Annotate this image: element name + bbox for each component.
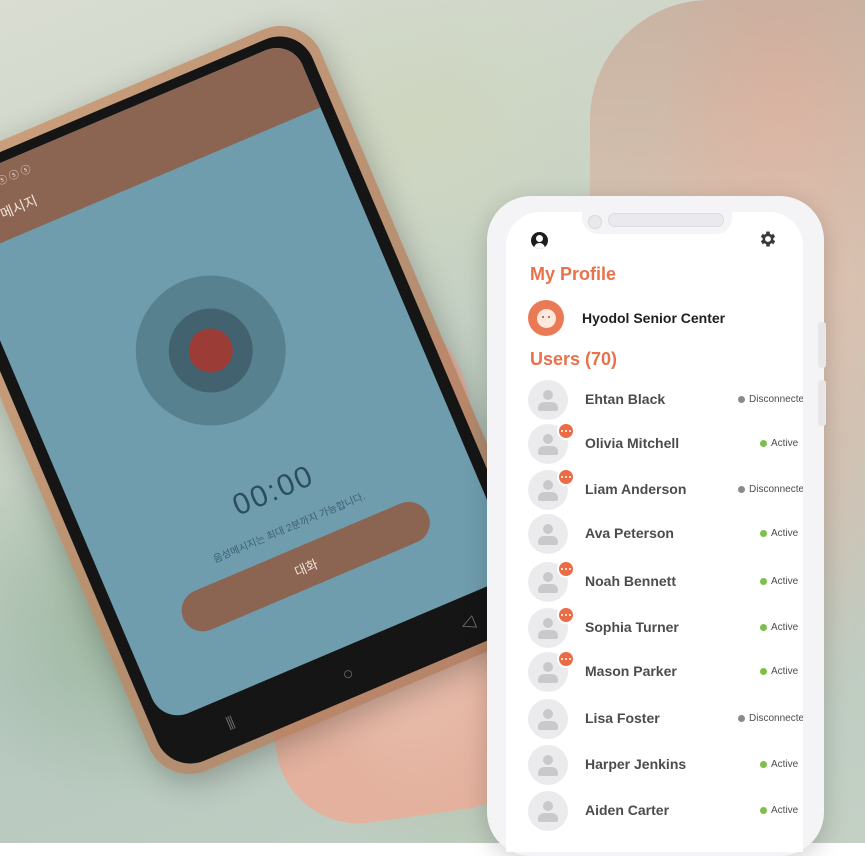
user-name: Aiden Carter xyxy=(585,802,670,818)
recent-apps-icon[interactable]: ⦀ xyxy=(223,712,238,734)
user-name: Mason Parker xyxy=(585,663,677,679)
user-status: Active xyxy=(760,805,798,816)
home-icon[interactable]: ○ xyxy=(339,662,357,686)
user-status-label: Active xyxy=(771,576,799,587)
center-name: Hyodol Senior Center xyxy=(582,310,726,326)
status-dot-icon xyxy=(760,668,767,675)
user-list-item[interactable]: Liam Anderson Disconnected xyxy=(528,468,803,510)
user-status-label: Active xyxy=(771,666,799,677)
user-status-label: Disconnected xyxy=(749,394,803,405)
user-status-label: Disconnected xyxy=(749,484,803,495)
chat-bubble-icon[interactable] xyxy=(557,560,575,578)
user-list-item[interactable]: Ehtan Black Disconnected xyxy=(528,380,803,420)
user-list-item[interactable]: Mason Parker Active xyxy=(528,650,800,692)
user-status: Disconnected xyxy=(738,713,803,724)
user-status-label: Active xyxy=(771,805,799,816)
my-profile-heading: My Profile xyxy=(530,264,617,284)
status-dot-icon xyxy=(738,396,745,403)
camera-icon xyxy=(588,215,602,229)
user-avatar xyxy=(528,791,568,831)
user-list-item[interactable]: Noah Bennett Active xyxy=(528,560,800,602)
user-status: Active xyxy=(760,438,798,449)
user-status: Disconnected xyxy=(738,484,803,495)
user-avatar xyxy=(528,514,568,554)
phone-side-button xyxy=(818,322,826,368)
user-list-item[interactable]: Ava Peterson Active xyxy=(528,514,800,554)
chat-bubble-icon[interactable] xyxy=(557,422,575,440)
user-avatar xyxy=(528,380,568,420)
user-avatar xyxy=(528,699,568,739)
user-status-label: Disconnected xyxy=(749,713,803,724)
status-dot-icon xyxy=(760,578,767,585)
done-button-label: 대화 xyxy=(292,555,321,580)
status-dot-icon xyxy=(760,761,767,768)
user-name: Ava Peterson xyxy=(585,525,674,541)
speaker-grille xyxy=(608,213,724,227)
user-name: Harper Jenkins xyxy=(585,756,687,772)
profile-icon[interactable] xyxy=(531,232,548,249)
user-status: Active xyxy=(760,666,798,677)
user-status: Disconnected xyxy=(738,394,803,405)
chat-bubble-icon[interactable] xyxy=(557,650,575,668)
status-dot-icon xyxy=(760,530,767,537)
user-name: Ehtan Black xyxy=(585,391,666,407)
user-list-item[interactable]: Lisa Foster Disconnected xyxy=(528,699,803,739)
back-icon[interactable]: ◁ xyxy=(457,610,478,635)
header-title: 메시지 xyxy=(0,192,40,223)
user-list-item[interactable]: Olivia Mitchell Active xyxy=(528,422,800,464)
user-status: Active xyxy=(760,759,798,770)
user-status: Active xyxy=(760,622,798,633)
user-status-label: Active xyxy=(771,528,799,539)
user-list-item[interactable]: Harper Jenkins Active xyxy=(528,745,800,785)
status-dot-icon xyxy=(738,715,745,722)
chat-bubble-icon[interactable] xyxy=(557,606,575,624)
phone-side-button xyxy=(818,380,826,426)
status-dot-icon xyxy=(760,807,767,814)
user-status: Active xyxy=(760,576,798,587)
user-name: Olivia Mitchell xyxy=(585,435,680,451)
user-status-label: Active xyxy=(771,622,799,633)
recording-timer: 00:00 xyxy=(227,458,320,523)
center-avatar xyxy=(528,300,564,336)
user-list-item[interactable]: Aiden Carter Active xyxy=(528,791,800,831)
status-dot-icon xyxy=(760,624,767,631)
chat-bubble-icon[interactable] xyxy=(557,468,575,486)
user-list-item[interactable]: Sophia Turner Active xyxy=(528,606,800,648)
user-name: Liam Anderson xyxy=(585,481,687,497)
center-profile-row[interactable]: Hyodol Senior Center xyxy=(528,300,788,336)
user-name: Lisa Foster xyxy=(585,710,660,726)
user-status-label: Active xyxy=(771,438,799,449)
user-list-screen: My Profile Hyodol Senior Center Users (7… xyxy=(506,212,803,852)
status-dot-icon xyxy=(760,440,767,447)
user-name: Sophia Turner xyxy=(585,619,679,635)
status-dot-icon xyxy=(738,486,745,493)
user-name: Noah Bennett xyxy=(585,573,676,589)
gear-icon[interactable] xyxy=(758,229,778,249)
user-status: Active xyxy=(760,528,798,539)
user-status-label: Active xyxy=(771,759,799,770)
user-avatar xyxy=(528,745,568,785)
users-heading: Users (70) xyxy=(530,349,618,369)
phone-notch xyxy=(582,212,732,234)
